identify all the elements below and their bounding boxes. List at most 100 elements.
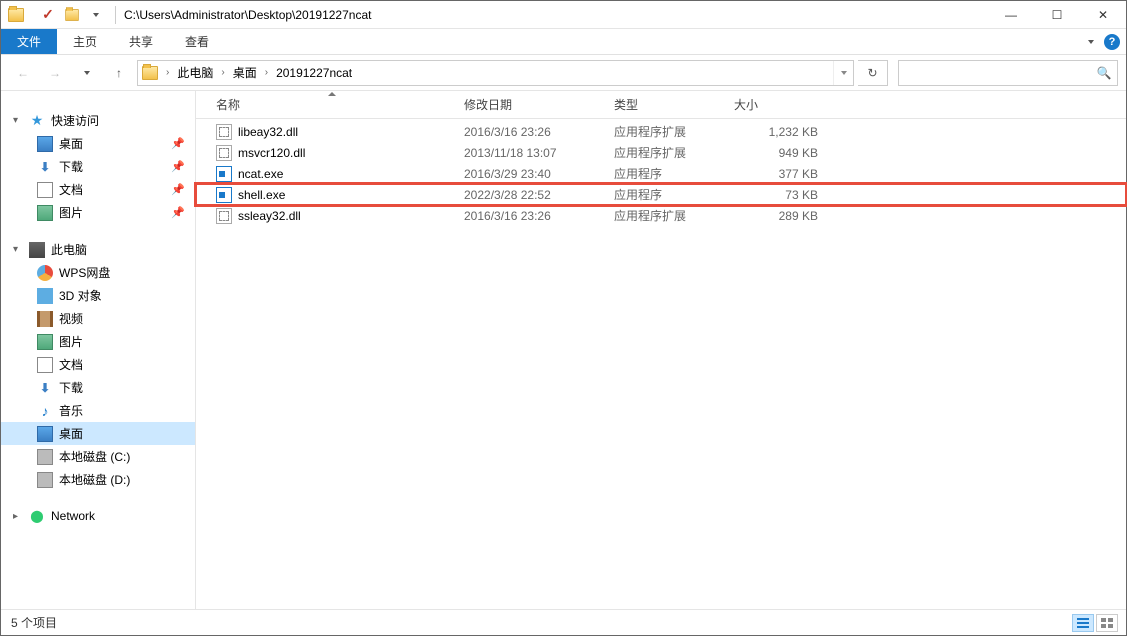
details-view-icon: [1077, 618, 1089, 628]
pin-icon: 📌: [171, 137, 185, 150]
new-folder-button[interactable]: [61, 4, 83, 26]
sidebar-item-label: 音乐: [59, 402, 83, 419]
file-row[interactable]: shell.exe2022/3/28 22:52应用程序73 KB: [196, 184, 1126, 205]
disk-icon: [37, 472, 53, 488]
recent-locations[interactable]: [73, 61, 101, 85]
quick-access-label: 快速访问: [51, 112, 99, 129]
sidebar-item-文档[interactable]: 文档: [1, 353, 195, 376]
file-date: 2016/3/16 23:26: [456, 209, 606, 223]
chevron-right-icon[interactable]: ›: [217, 67, 228, 78]
search-box[interactable]: 🔍: [898, 60, 1118, 86]
address-bar-row: ← → ↑ › 此电脑 › 桌面 › 20191227ncat ↻ 🔍: [1, 55, 1126, 91]
sidebar-item-图片[interactable]: 图片: [1, 330, 195, 353]
details-view-button[interactable]: [1072, 614, 1094, 632]
sidebar-item-label: 3D 对象: [59, 287, 102, 304]
file-row[interactable]: ncat.exe2016/3/29 23:40应用程序377 KB: [196, 163, 1126, 184]
file-row[interactable]: libeay32.dll2016/3/16 23:26应用程序扩展1,232 K…: [196, 121, 1126, 142]
chevron-down-icon[interactable]: ▾: [13, 115, 23, 126]
separator: [115, 6, 116, 24]
column-date[interactable]: 修改日期: [456, 91, 606, 118]
item-count: 5 个项目: [11, 614, 57, 631]
3d-icon: [37, 288, 53, 304]
chevron-right-icon[interactable]: ›: [162, 67, 173, 78]
this-pc-header[interactable]: ▾ 此电脑: [1, 238, 195, 261]
ribbon-collapse-icon[interactable]: [1088, 40, 1094, 44]
breadcrumb-folder[interactable]: 20191227ncat: [272, 61, 356, 85]
folder-icon: [142, 66, 158, 80]
chevron-right-icon[interactable]: ›: [261, 67, 272, 78]
navigation-pane: ▾ ★ 快速访问 桌面 📌 ⬇下载📌文档📌图片📌 ▾ 此电脑 WPS网盘 3D 对象视…: [1, 91, 196, 611]
help-icon[interactable]: ?: [1104, 34, 1120, 50]
column-type[interactable]: 类型: [606, 91, 726, 118]
sidebar-item-label: 下载: [59, 379, 83, 396]
tab-share[interactable]: 共享: [113, 29, 169, 54]
ribbon-tabs: 文件 主页 共享 查看 ?: [1, 29, 1126, 55]
network-label: Network: [51, 509, 95, 523]
chevron-right-icon[interactable]: ▸: [13, 511, 23, 522]
sidebar-item-图片[interactable]: 图片📌: [1, 201, 195, 224]
tab-view[interactable]: 查看: [169, 29, 225, 54]
file-list-pane: 名称 修改日期 类型 大小 libeay32.dll2016/3/16 23:2…: [196, 91, 1126, 611]
search-input[interactable]: [899, 66, 1091, 80]
star-icon: ★: [29, 113, 45, 129]
file-date: 2016/3/29 23:40: [456, 167, 606, 181]
chevron-down-icon[interactable]: ▾: [13, 244, 23, 255]
title-bar: ✓ C:\Users\Administrator\Desktop\2019122…: [1, 1, 1126, 29]
large-icons-view-button[interactable]: [1096, 614, 1118, 632]
tab-home[interactable]: 主页: [57, 29, 113, 54]
exe-icon: [216, 166, 232, 182]
sidebar-item-桌面[interactable]: 桌面 📌: [1, 132, 195, 155]
quick-access-header[interactable]: ▾ ★ 快速访问: [1, 109, 195, 132]
breadcrumb-desktop[interactable]: 桌面: [229, 61, 261, 85]
column-name[interactable]: 名称: [208, 91, 456, 118]
network-header[interactable]: ▸ ⬤ Network: [1, 505, 195, 527]
folder-icon: [5, 4, 27, 26]
sidebar-item-下载[interactable]: ⬇下载: [1, 376, 195, 399]
sidebar-item-label: 桌面: [59, 425, 83, 442]
file-type: 应用程序: [606, 165, 726, 182]
sidebar-item-3D 对象[interactable]: 3D 对象: [1, 284, 195, 307]
refresh-button[interactable]: ↻: [858, 60, 888, 86]
this-pc-label: 此电脑: [51, 241, 87, 258]
forward-button[interactable]: →: [41, 61, 69, 85]
file-row[interactable]: msvcr120.dll2013/11/18 13:07应用程序扩展949 KB: [196, 142, 1126, 163]
column-headers: 名称 修改日期 类型 大小: [196, 91, 1126, 119]
properties-button[interactable]: ✓: [37, 4, 59, 26]
close-button[interactable]: ✕: [1080, 1, 1126, 29]
maximize-button[interactable]: ☐: [1034, 1, 1080, 29]
sidebar-item-音乐[interactable]: ♪音乐: [1, 399, 195, 422]
file-type: 应用程序扩展: [606, 207, 726, 224]
address-bar[interactable]: › 此电脑 › 桌面 › 20191227ncat: [137, 60, 854, 86]
file-size: 949 KB: [726, 146, 826, 160]
file-name: msvcr120.dll: [238, 146, 305, 160]
file-size: 1,232 KB: [726, 125, 826, 139]
file-list[interactable]: libeay32.dll2016/3/16 23:26应用程序扩展1,232 K…: [196, 119, 1126, 611]
address-history[interactable]: [833, 61, 853, 85]
search-icon[interactable]: 🔍: [1091, 66, 1117, 80]
sidebar-item-本地磁盘 (D:)[interactable]: 本地磁盘 (D:): [1, 468, 195, 491]
sidebar-item-视频[interactable]: 视频: [1, 307, 195, 330]
sidebar-item-本地磁盘 (C:)[interactable]: 本地磁盘 (C:): [1, 445, 195, 468]
qat-customize[interactable]: [85, 4, 107, 26]
minimize-button[interactable]: —: [988, 1, 1034, 29]
sidebar-item-桌面[interactable]: 桌面: [1, 422, 195, 445]
file-tab[interactable]: 文件: [1, 29, 57, 54]
download-icon: ⬇: [37, 159, 53, 175]
up-button[interactable]: ↑: [105, 61, 133, 85]
sidebar-item-下载[interactable]: ⬇下载📌: [1, 155, 195, 178]
file-name: shell.exe: [238, 188, 285, 202]
dll-icon: [216, 124, 232, 140]
file-row[interactable]: ssleay32.dll2016/3/16 23:26应用程序扩展289 KB: [196, 205, 1126, 226]
doc-icon: [37, 182, 53, 198]
pic-icon: [37, 205, 53, 221]
sidebar-item-文档[interactable]: 文档📌: [1, 178, 195, 201]
sidebar-item-label: 视频: [59, 310, 83, 327]
breadcrumb-pc[interactable]: 此电脑: [173, 61, 217, 85]
column-name-label: 名称: [216, 96, 240, 113]
sidebar-item-label: 桌面: [59, 135, 83, 152]
column-size[interactable]: 大小: [726, 91, 826, 118]
sidebar-item-WPS网盘[interactable]: WPS网盘: [1, 261, 195, 284]
back-button[interactable]: ←: [9, 61, 37, 85]
window-buttons: — ☐ ✕: [988, 1, 1126, 29]
large-icons-view-icon: [1101, 618, 1113, 628]
